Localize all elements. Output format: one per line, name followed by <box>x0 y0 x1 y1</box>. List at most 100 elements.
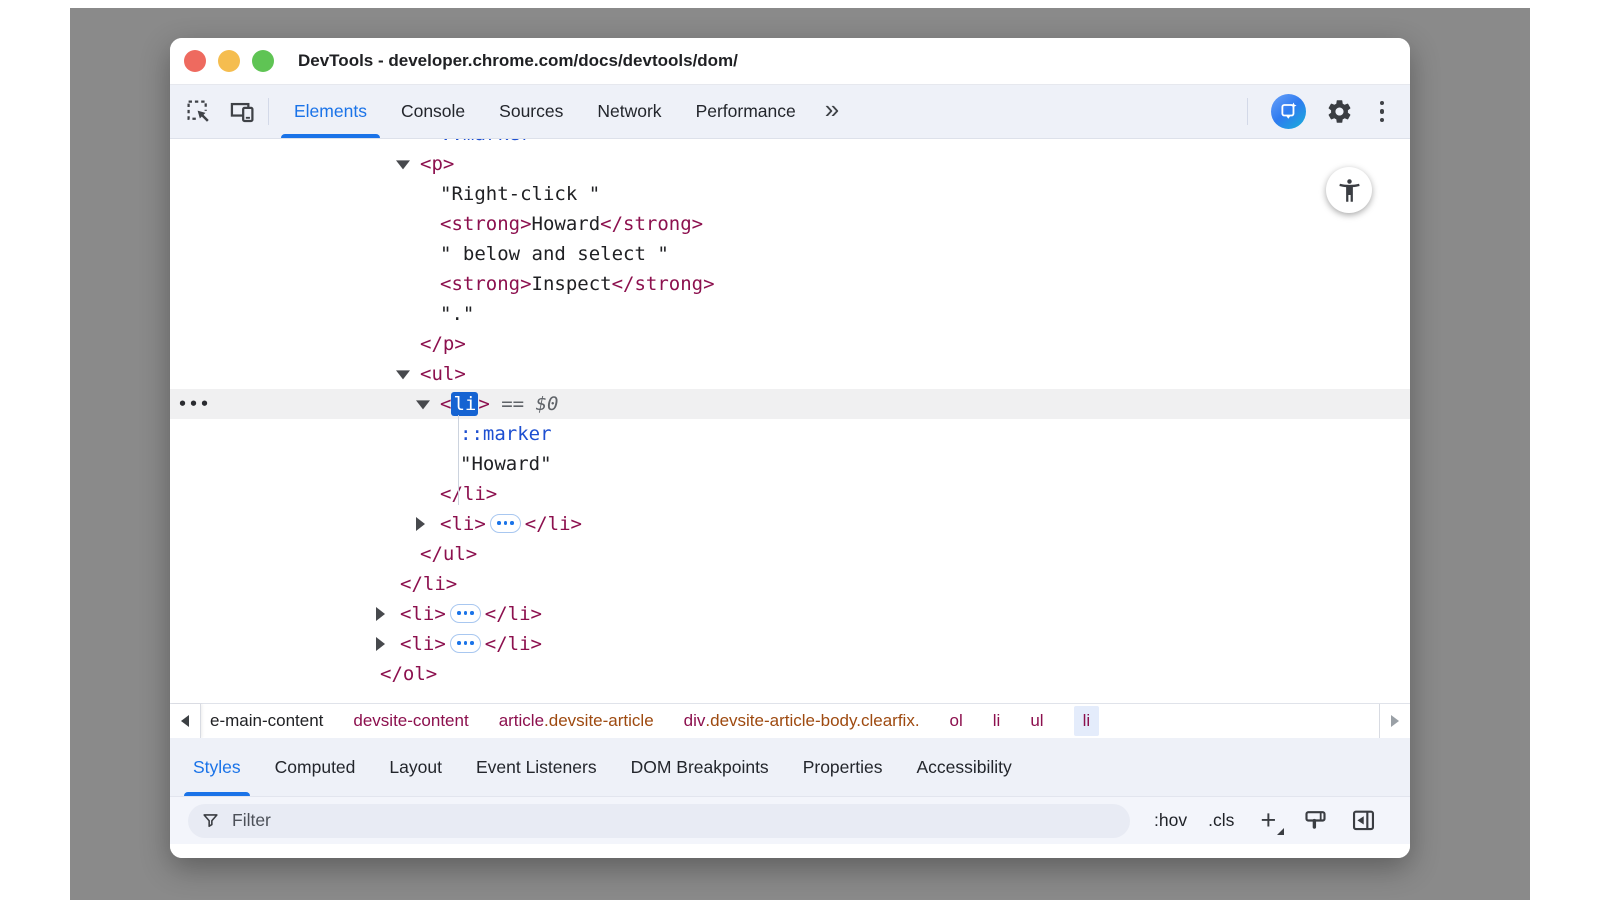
tree-line[interactable]: <strong>Inspect</strong> <box>170 269 1410 299</box>
sidebar-tab-properties[interactable]: Properties <box>786 738 900 796</box>
sidebar-tab-styles[interactable]: Styles <box>176 738 258 796</box>
dom-tree-lines: ::marker<p>"Right-click "<strong>Howard<… <box>170 139 1410 689</box>
expand-arrow-icon[interactable] <box>396 370 410 379</box>
tree-line[interactable]: ::marker <box>170 419 1410 449</box>
filter-input[interactable] <box>230 809 1117 832</box>
toggle-class-button[interactable]: .cls <box>1208 810 1234 831</box>
tab-network[interactable]: Network <box>580 85 678 138</box>
ellipsis-dot <box>470 641 474 645</box>
tree-line[interactable]: <li></li> <box>170 629 1410 659</box>
close-window-button[interactable] <box>184 50 206 72</box>
breadcrumb-item[interactable]: devsite-content <box>353 711 468 731</box>
zoom-window-button[interactable] <box>252 50 274 72</box>
tree-segment: </p> <box>420 333 466 355</box>
tree-segment: </li> <box>525 513 582 535</box>
tree-segment: ::marker <box>440 139 532 145</box>
breadcrumb-item[interactable]: e-main-content <box>210 711 323 731</box>
tree-line[interactable]: <ul> <box>170 359 1410 389</box>
tree-segment: </ol> <box>380 663 437 685</box>
dom-tree: ::marker<p>"Right-click "<strong>Howard<… <box>170 139 1410 703</box>
chevron-right-icon <box>1391 715 1399 727</box>
paint-roller-icon[interactable] <box>1302 807 1329 834</box>
device-toolbar-icon[interactable] <box>224 94 260 130</box>
ai-assistant-icon[interactable] <box>1271 94 1306 129</box>
tree-line[interactable]: "." <box>170 299 1410 329</box>
ellipsis-dot <box>504 521 508 525</box>
tree-segment: < <box>440 393 451 415</box>
breadcrumb-scroll-left-button[interactable] <box>170 704 201 738</box>
tree-line[interactable]: </p> <box>170 329 1410 359</box>
tree-line[interactable]: </li> <box>170 569 1410 599</box>
tree-line[interactable]: </ul> <box>170 539 1410 569</box>
ellipsis-badge[interactable] <box>450 604 481 623</box>
tab-performance[interactable]: Performance <box>679 85 813 138</box>
tree-line[interactable]: <li></li> <box>170 599 1410 629</box>
sidebar-tab-accessibility[interactable]: Accessibility <box>899 738 1028 796</box>
tree-line[interactable]: </ol> <box>170 659 1410 689</box>
breadcrumb-item[interactable]: ol <box>950 711 963 731</box>
tree-line[interactable]: "Howard" <box>170 449 1410 479</box>
breadcrumb-scroll-right-button[interactable] <box>1379 704 1410 738</box>
styles-filter-bar: :hov .cls + <box>170 796 1410 844</box>
tree-segment: <strong> <box>440 273 532 295</box>
tree-line[interactable]: <strong>Howard</strong> <box>170 209 1410 239</box>
breadcrumb-item[interactable]: li <box>1074 706 1100 736</box>
ellipsis-dot <box>497 521 501 525</box>
breadcrumb-item[interactable]: ul <box>1030 711 1043 731</box>
tree-segment: <strong> <box>440 213 532 235</box>
minimize-window-button[interactable] <box>218 50 240 72</box>
expand-arrow-icon[interactable] <box>416 400 430 409</box>
settings-gear-icon[interactable] <box>1321 94 1357 130</box>
sidebar-tab-computed[interactable]: Computed <box>258 738 373 796</box>
collapse-arrow-icon[interactable] <box>376 637 385 651</box>
sidebar-tab-layout[interactable]: Layout <box>372 738 459 796</box>
ellipsis-dot <box>464 611 468 615</box>
breadcrumb-bar: e-main-content devsite-content article.dev… <box>170 703 1410 738</box>
breadcrumb-part: devsite-content <box>353 711 468 731</box>
tree-line[interactable]: "Right-click " <box>170 179 1410 209</box>
tab-console[interactable]: Console <box>384 85 482 138</box>
breadcrumb-part: ol <box>950 711 963 731</box>
funnel-icon <box>201 811 220 830</box>
sidebar-tab-event-listeners[interactable]: Event Listeners <box>459 738 614 796</box>
sidebar-tab-dom-breakpoints[interactable]: DOM Breakpoints <box>614 738 786 796</box>
ellipsis-badge[interactable] <box>490 514 521 533</box>
window-title: DevTools - developer.chrome.com/docs/dev… <box>298 51 738 71</box>
ellipsis-dot <box>510 521 514 525</box>
traffic-lights <box>170 50 274 72</box>
new-style-rule-button[interactable]: + <box>1255 806 1281 836</box>
collapse-arrow-icon[interactable] <box>376 607 385 621</box>
plus-icon: + <box>1260 807 1276 834</box>
tree-segment: "Right-click " <box>440 183 600 205</box>
breadcrumb-item[interactable]: li <box>993 711 1001 731</box>
bottom-strip <box>170 844 1410 858</box>
tree-line[interactable]: " below and select " <box>170 239 1410 269</box>
tree-segment: <ul> <box>420 363 466 385</box>
filter-pill <box>188 804 1130 838</box>
filter-bar-actions: :hov .cls + <box>1154 806 1377 836</box>
sidebar-tabs-bar: StylesComputedLayoutEvent ListenersDOM B… <box>170 738 1410 796</box>
breadcrumb-part: .devsite-article-body.clearfix. <box>705 711 919 731</box>
breadcrumb-part: e-main-content <box>210 711 323 731</box>
tree-line[interactable]: </li> <box>170 479 1410 509</box>
accessibility-icon[interactable] <box>1326 167 1372 213</box>
expand-arrow-icon[interactable] <box>396 160 410 169</box>
tab-elements[interactable]: Elements <box>277 85 384 138</box>
ellipsis-badge[interactable] <box>450 634 481 653</box>
tree-segment: <li> <box>400 633 446 655</box>
collapse-arrow-icon[interactable] <box>416 517 425 531</box>
tree-line[interactable]: ::marker <box>170 139 1410 149</box>
toggle-sidebar-icon[interactable] <box>1350 807 1377 834</box>
inspect-icon[interactable] <box>180 94 216 130</box>
breadcrumb-item[interactable]: article.devsite-article <box>499 711 654 731</box>
more-tabs-icon[interactable]: » <box>813 94 851 125</box>
tree-line[interactable]: •••<li> == $0 <box>170 389 1410 419</box>
row-overflow-dots[interactable]: ••• <box>178 389 211 419</box>
toggle-hover-state-button[interactable]: :hov <box>1154 810 1187 831</box>
toolbar-right-icons <box>1239 94 1410 130</box>
kebab-menu-icon[interactable] <box>1372 101 1392 123</box>
tree-line[interactable]: <li></li> <box>170 509 1410 539</box>
breadcrumb-item[interactable]: div.devsite-article-body.clearfix. <box>684 711 920 731</box>
tree-line[interactable]: <p> <box>170 149 1410 179</box>
tab-sources[interactable]: Sources <box>482 85 580 138</box>
